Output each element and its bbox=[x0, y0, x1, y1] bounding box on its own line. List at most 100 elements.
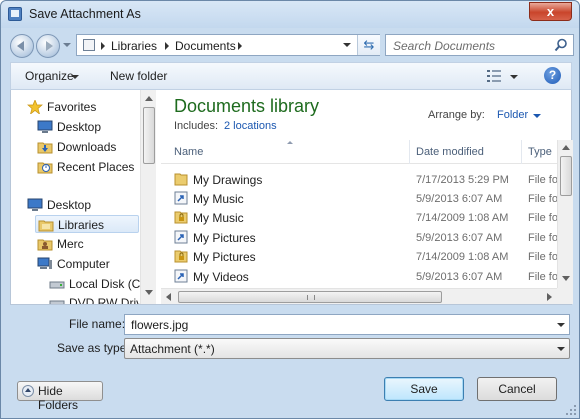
computer-icon bbox=[37, 257, 52, 269]
file-name: My Music bbox=[193, 192, 244, 206]
organize-chevron-icon[interactable] bbox=[71, 75, 79, 79]
save-as-type-chevron-icon[interactable] bbox=[557, 347, 565, 351]
includes-label: Includes: bbox=[174, 120, 219, 132]
shortcut-folder-icon bbox=[174, 191, 188, 205]
nav-item-label: Downloads bbox=[57, 140, 117, 154]
breadcrumb-separator-icon[interactable] bbox=[101, 42, 105, 50]
hide-folders-button[interactable]: Hide Folders bbox=[17, 381, 103, 412]
address-bar[interactable]: Libraries Documents ⇆ bbox=[76, 34, 380, 56]
breadcrumb-separator-icon[interactable] bbox=[165, 42, 169, 50]
nav-item-dvd-drive[interactable]: DVD RW Drive ( bbox=[49, 294, 156, 304]
file-list-horizontal-scrollbar[interactable] bbox=[161, 288, 557, 304]
navigation-scrollbar[interactable] bbox=[140, 90, 156, 304]
collapse-icon bbox=[22, 385, 34, 397]
file-date: 5/9/2013 6:07 AM bbox=[416, 271, 503, 283]
drive-icon bbox=[49, 281, 65, 289]
dialog-title: Save Attachment As bbox=[29, 7, 141, 21]
file-name: My Music bbox=[193, 211, 244, 225]
shortcut-folder-icon bbox=[174, 230, 188, 244]
scroll-up-icon[interactable] bbox=[562, 145, 570, 150]
file-name-chevron-icon[interactable] bbox=[557, 323, 565, 327]
column-divider[interactable] bbox=[409, 140, 410, 164]
scroll-thumb[interactable] bbox=[178, 291, 442, 303]
nav-item-label: Libraries bbox=[58, 218, 105, 232]
nav-item-desktop[interactable]: Desktop bbox=[27, 196, 137, 214]
nav-item-merc[interactable]: Merc bbox=[37, 235, 137, 253]
organize-button[interactable]: Organize bbox=[25, 69, 74, 83]
file-name-value[interactable]: flowers.jpg bbox=[131, 318, 188, 332]
nav-item-libraries[interactable]: Libraries bbox=[35, 215, 139, 233]
save-as-type-value: Attachment (*.*) bbox=[130, 342, 215, 356]
scroll-up-icon[interactable] bbox=[145, 96, 153, 101]
file-list-vertical-scrollbar[interactable] bbox=[557, 140, 573, 288]
arrange-by-chevron-icon[interactable] bbox=[533, 114, 541, 118]
resize-grip-icon[interactable] bbox=[565, 404, 577, 416]
save-as-type-select[interactable]: Attachment (*.*) bbox=[124, 338, 570, 359]
refresh-button[interactable]: ⇆ bbox=[357, 35, 380, 55]
folder-icon bbox=[174, 173, 188, 186]
column-header-type[interactable]: Type bbox=[528, 146, 552, 158]
scroll-thumb[interactable] bbox=[560, 156, 572, 196]
arrange-by-dropdown[interactable]: Folder bbox=[497, 109, 528, 121]
scroll-thumb[interactable] bbox=[143, 107, 155, 164]
nav-item-computer[interactable]: Computer bbox=[37, 255, 137, 273]
desktop-icon bbox=[27, 198, 43, 211]
file-row[interactable]: My Music 5/9/2013 6:07 AM File fol bbox=[161, 189, 560, 208]
column-header-date[interactable]: Date modified bbox=[416, 146, 484, 158]
file-type: File fol bbox=[528, 174, 561, 186]
view-details-icon[interactable] bbox=[487, 70, 501, 82]
view-options-chevron-icon[interactable] bbox=[510, 75, 518, 79]
scroll-right-icon[interactable] bbox=[547, 293, 552, 301]
column-divider[interactable] bbox=[521, 140, 522, 164]
scrollbar-corner bbox=[557, 288, 573, 304]
search-placeholder: Search Documents bbox=[393, 39, 496, 53]
navigation-pane: Favorites Desktop Downloads Recent Place… bbox=[11, 90, 156, 304]
file-type: File fol bbox=[528, 251, 561, 263]
breadcrumb-separator-icon[interactable] bbox=[238, 42, 242, 50]
close-button[interactable]: x bbox=[529, 2, 572, 21]
address-history-chevron-icon[interactable] bbox=[343, 43, 351, 47]
file-row[interactable]: My Drawings 7/17/2013 5:29 PM File fol bbox=[161, 170, 561, 189]
save-as-type-label: Save as type: bbox=[57, 341, 130, 355]
help-icon[interactable]: ? bbox=[544, 67, 561, 84]
file-date: 5/9/2013 6:07 AM bbox=[416, 232, 503, 244]
back-button[interactable] bbox=[10, 34, 34, 58]
nav-item-local-disk[interactable]: Local Disk (C:) bbox=[49, 275, 148, 293]
file-row[interactable]: My Pictures 7/14/2009 1:08 AM File fol bbox=[161, 247, 561, 266]
file-type: File fol bbox=[528, 212, 561, 224]
breadcrumb-documents[interactable]: Documents bbox=[175, 39, 236, 53]
search-icon[interactable] bbox=[554, 38, 568, 52]
library-title: Documents library bbox=[174, 96, 320, 116]
recent-locations-chevron-icon[interactable] bbox=[63, 43, 71, 47]
file-row[interactable]: My Videos 5/9/2013 6:07 AM File fol bbox=[161, 267, 560, 286]
nav-item-recent-places[interactable]: Recent Places bbox=[37, 158, 137, 176]
cancel-button[interactable]: Cancel bbox=[477, 377, 557, 401]
file-type: File fol bbox=[528, 232, 561, 244]
locked-folder-icon bbox=[174, 211, 188, 224]
scroll-left-icon[interactable] bbox=[166, 293, 171, 301]
search-box[interactable]: Search Documents bbox=[385, 34, 574, 56]
file-date: 7/14/2009 1:08 AM bbox=[416, 251, 509, 263]
file-row[interactable]: My Music 7/14/2009 1:08 AM File fol bbox=[161, 208, 561, 227]
title-bar[interactable]: Save Attachment As x bbox=[1, 1, 579, 28]
new-folder-button[interactable]: New folder bbox=[110, 69, 167, 83]
nav-item-favorites[interactable]: Favorites bbox=[27, 98, 137, 116]
scroll-down-icon[interactable] bbox=[145, 290, 153, 295]
desktop-icon bbox=[37, 120, 53, 133]
column-header-name[interactable]: Name bbox=[174, 146, 203, 158]
nav-item-label: Merc bbox=[57, 237, 84, 251]
file-name: My Drawings bbox=[193, 173, 263, 187]
nav-item-downloads[interactable]: Downloads bbox=[37, 138, 137, 156]
scroll-down-icon[interactable] bbox=[562, 276, 570, 281]
forward-button[interactable] bbox=[36, 34, 60, 58]
breadcrumb-libraries[interactable]: Libraries bbox=[111, 39, 157, 53]
save-button[interactable]: Save bbox=[384, 377, 464, 401]
locations-link[interactable]: 2 locations bbox=[224, 120, 277, 132]
nav-item-label: Favorites bbox=[47, 100, 97, 114]
file-name-label: File name: bbox=[69, 317, 126, 331]
file-row[interactable]: My Pictures 5/9/2013 6:07 AM File fol bbox=[161, 228, 561, 247]
file-date: 5/9/2013 6:07 AM bbox=[416, 193, 503, 205]
nav-item-desktop-favorite[interactable]: Desktop bbox=[37, 118, 137, 136]
file-name-field[interactable]: flowers.jpg bbox=[124, 314, 570, 335]
save-attachment-dialog: Save Attachment As x Libraries Documents… bbox=[0, 0, 580, 419]
